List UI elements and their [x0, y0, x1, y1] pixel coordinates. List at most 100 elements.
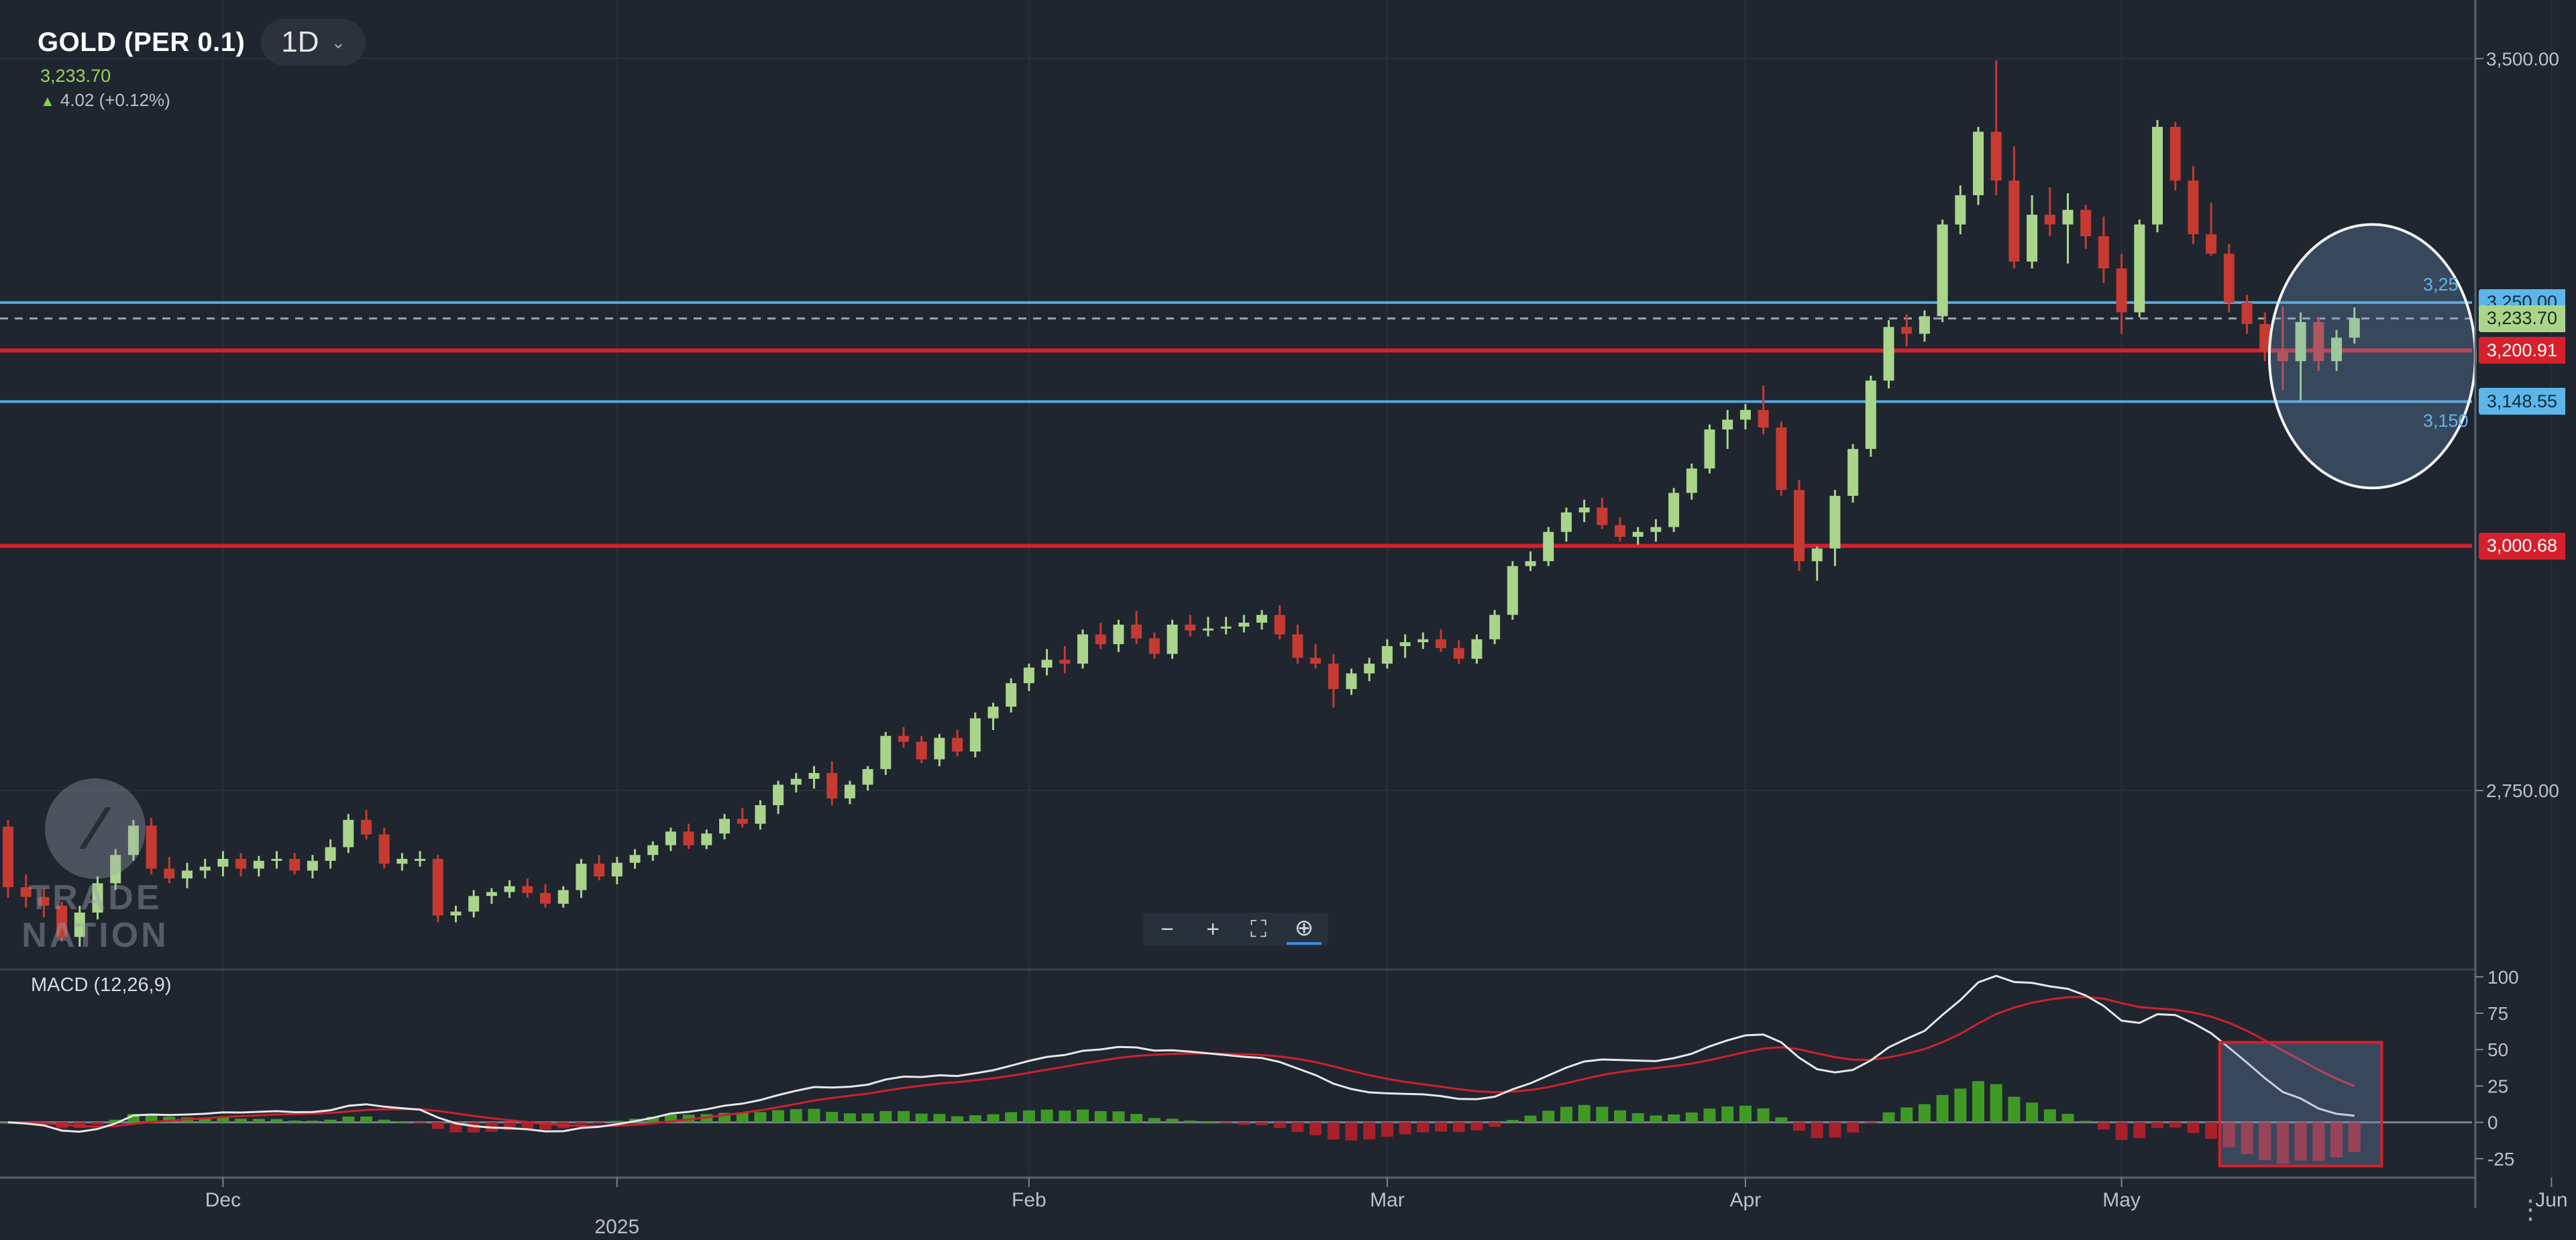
candle-body: [1507, 566, 1518, 615]
zoom-in-button[interactable]: +: [1195, 915, 1230, 943]
candle-body: [1829, 495, 1841, 549]
candle-body: [271, 859, 282, 861]
candle: [1704, 424, 1715, 474]
macd-histogram-bar: [1900, 1107, 1913, 1123]
candle: [2223, 244, 2235, 313]
price-change: ▲ 4.02 (+0.12%): [40, 90, 170, 111]
candle-body: [2241, 302, 2253, 324]
macd-histogram-bar: [1201, 1122, 1214, 1124]
candle: [969, 712, 981, 758]
macd-histogram-bar: [1238, 1122, 1250, 1125]
price-tick-label: 3,500.00: [2486, 48, 2559, 69]
macd-histogram-bar: [1811, 1122, 1823, 1139]
candle-body: [504, 886, 515, 892]
candle-body: [1274, 615, 1285, 635]
month-label: Feb: [1012, 1189, 1046, 1211]
macd-histogram-bar: [1864, 1122, 1877, 1124]
macd-histogram-bar: [1184, 1120, 1197, 1123]
candle-body: [844, 784, 855, 798]
candle-body: [1794, 490, 1805, 562]
candle-body: [1436, 639, 1446, 648]
candle-body: [2206, 234, 2217, 254]
zoom-out-button[interactable]: −: [1150, 915, 1185, 943]
candle-body: [1113, 624, 1124, 644]
symbol-name[interactable]: GOLD (PER 0.1): [38, 28, 245, 58]
macd-histogram-bar: [1112, 1111, 1125, 1123]
candle-body: [2044, 215, 2055, 225]
candle-body: [987, 707, 999, 719]
macd-histogram-bar: [1542, 1110, 1555, 1123]
candle-body: [719, 819, 730, 834]
zoom-reset-button[interactable]: ⊕: [1287, 914, 1322, 945]
candle-body: [2134, 224, 2145, 313]
macd-histogram-bar: [2008, 1096, 2021, 1123]
macd-histogram-bar: [396, 1121, 409, 1123]
candle-body: [253, 860, 264, 869]
candle-body: [808, 773, 820, 779]
macd-histogram-bar: [575, 1122, 588, 1125]
candle-body: [1847, 449, 1859, 496]
macd-histogram-bar: [2169, 1122, 2182, 1128]
candle-body: [1758, 409, 1769, 428]
macd-histogram-bar: [1757, 1108, 1770, 1123]
candle-body: [2169, 127, 2181, 181]
candle-body: [1167, 624, 1178, 654]
macd-histogram-bar: [342, 1117, 355, 1123]
macd-histogram-bar: [951, 1116, 964, 1123]
macd-histogram-bar: [1829, 1122, 1841, 1138]
candle-body: [1686, 468, 1697, 493]
candle-body: [1560, 512, 1572, 532]
candle: [1077, 629, 1088, 669]
macd-histogram-bar: [1399, 1122, 1411, 1135]
candle-body: [594, 864, 605, 877]
candle-body: [522, 886, 533, 893]
candle-body: [1471, 639, 1483, 659]
candle-body: [1597, 507, 1608, 525]
macd-histogram-bar: [1291, 1122, 1304, 1133]
macd-histogram-bar: [360, 1116, 372, 1123]
candle-body: [1148, 638, 1160, 654]
macd-histogram-bar: [790, 1108, 802, 1123]
candle-body: [3, 827, 13, 888]
macd-histogram-bar: [2115, 1122, 2128, 1140]
macd-histogram-bar: [1739, 1105, 1752, 1123]
chart-canvas[interactable]: 3,500.00 2,750.00 100 75 50 25 0 -25 Dec 2025 Feb M…: [0, 0, 2576, 1240]
macd-highlight-box: [2218, 1041, 2383, 1168]
macd-histogram-bar: [1077, 1109, 1089, 1123]
level-axis-hint: 3,150: [2423, 411, 2469, 431]
macd-histogram-bar: [1489, 1122, 1501, 1127]
candle-body: [1489, 615, 1501, 639]
more-options-icon[interactable]: ⋮: [2517, 1194, 2544, 1225]
macd-histogram-bar: [270, 1119, 283, 1123]
zoom-toolbar: − + ⛶ ⊕: [1143, 913, 1328, 946]
timeframe-selector[interactable]: 1D ⌄: [261, 19, 366, 66]
candle-body: [1131, 624, 1142, 639]
macd-histogram-bar: [1059, 1110, 1071, 1123]
candle-body: [1381, 645, 1393, 664]
macd-histogram-bar: [414, 1122, 427, 1124]
candle-body: [1417, 639, 1429, 643]
candle-body: [2116, 268, 2127, 313]
macd-histogram-bar: [1452, 1122, 1465, 1133]
candle-body: [1650, 527, 1662, 532]
macd-tick-label: 50: [2487, 1039, 2508, 1060]
candle-body: [934, 737, 945, 760]
month-label: Apr: [1730, 1189, 1762, 1211]
fullscreen-button[interactable]: ⛶: [1241, 915, 1276, 943]
candle-body: [2062, 209, 2074, 225]
macd-histogram-bar: [1668, 1114, 1680, 1123]
macd-histogram-bar: [91, 1122, 104, 1125]
macd-histogram-bar: [2026, 1102, 2039, 1123]
candle-body: [701, 833, 712, 845]
candle-body: [1328, 664, 1339, 689]
candle-body: [540, 892, 551, 904]
candle: [1668, 488, 1680, 532]
candle-body: [1739, 409, 1751, 420]
candle-body: [1668, 493, 1680, 527]
candle: [1865, 376, 1876, 457]
candle-body: [325, 847, 336, 861]
candle-body: [2008, 180, 2020, 262]
candle-body: [683, 831, 694, 845]
macd-histogram-bar: [2205, 1122, 2218, 1139]
macd-histogram-bar: [808, 1108, 820, 1123]
